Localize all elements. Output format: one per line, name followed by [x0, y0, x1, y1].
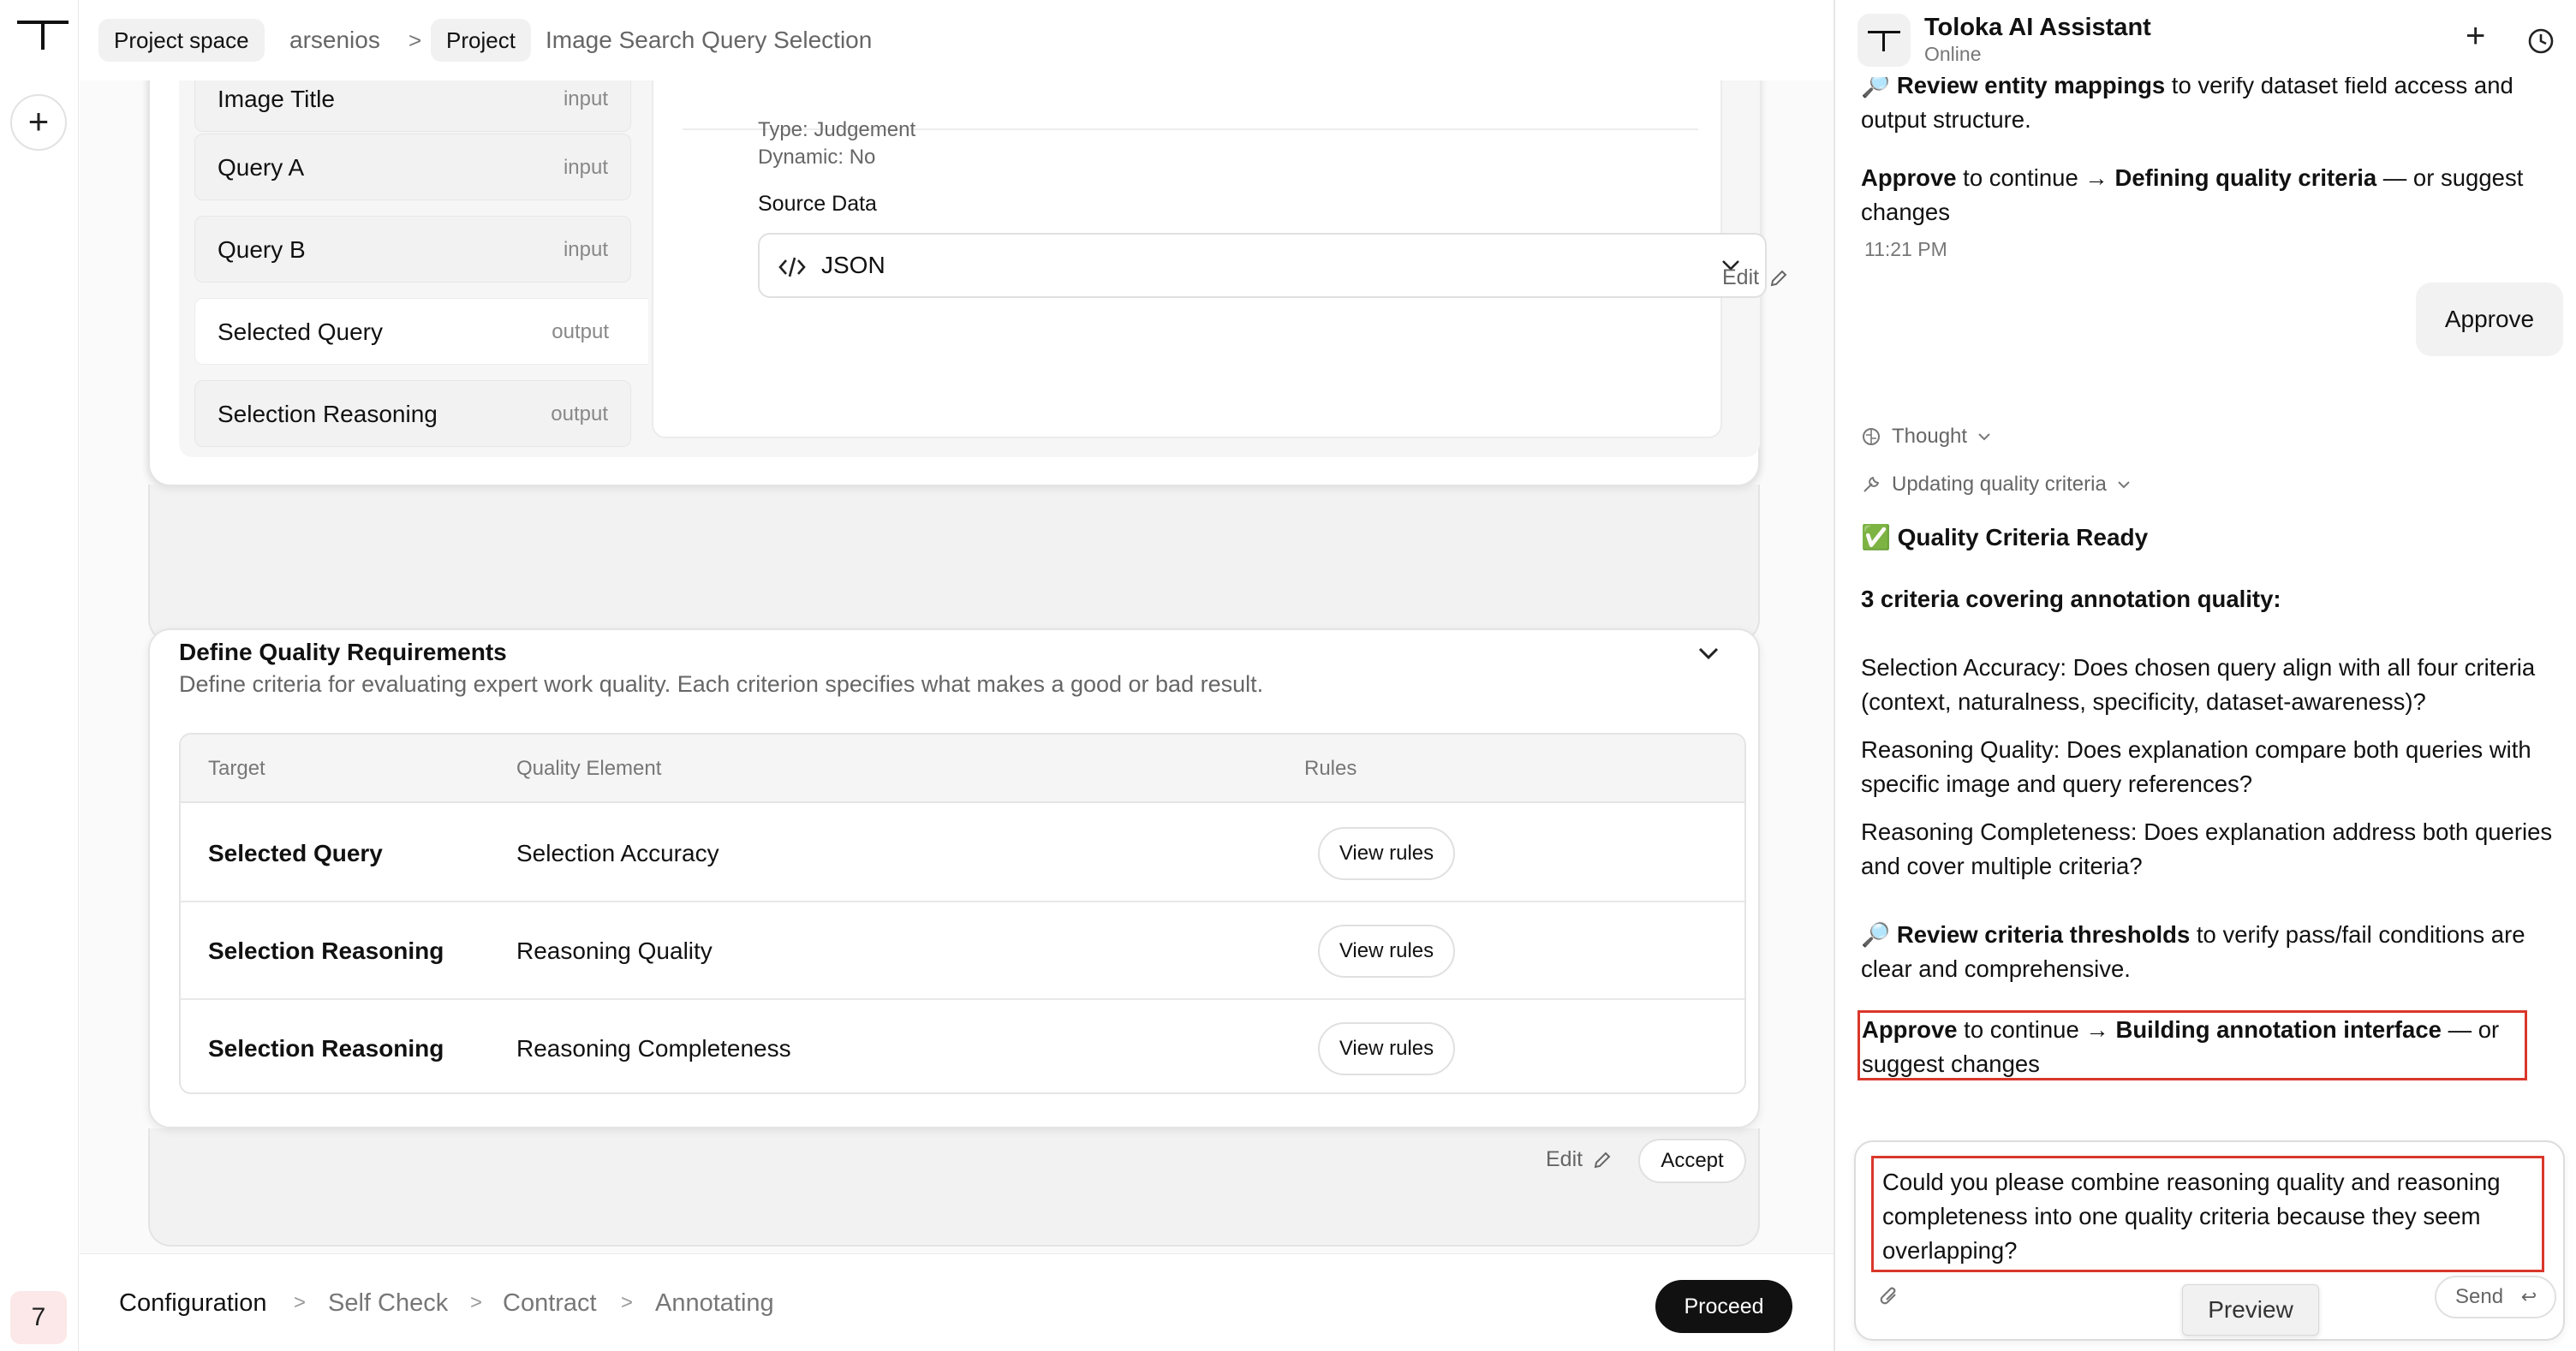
field-item-query-a[interactable]: Query A input [194, 134, 631, 200]
field-mapping-edit-button[interactable]: Edit [1722, 265, 1788, 290]
chevron-down-icon [1978, 433, 1990, 441]
paperclip-icon[interactable] [1878, 1284, 1902, 1310]
quality-table: Target Quality Element Rules Selected Qu… [179, 733, 1746, 1094]
proceed-button[interactable]: Proceed [1655, 1280, 1792, 1333]
approve-prompt-1: Approve to continue → Defining quality c… [1861, 164, 2524, 225]
user-message-bubble: Approve [2416, 283, 2563, 356]
assistant-chat-panel: Toloka AI Assistant Online + 🔎 Review en… [1834, 0, 2576, 1351]
view-rules-button[interactable]: View rules [1318, 827, 1455, 880]
column-rules: Rules [1304, 757, 1357, 780]
breadcrumb-space-name[interactable]: arsenios [289, 19, 380, 62]
accept-button[interactable]: Accept [1638, 1139, 1746, 1183]
source-data-value: JSON [821, 252, 886, 278]
source-data-label: Source Data [758, 192, 877, 216]
enter-key-icon: ↩ [2520, 1286, 2537, 1307]
source-data-select[interactable]: JSON [758, 233, 1767, 298]
chat-title: Toloka AI Assistant [1924, 14, 2151, 41]
search-icon: 🔎 [1861, 921, 1891, 948]
quality-title: Define Quality Requirements [179, 639, 507, 665]
thought-toggle[interactable]: Thought [1861, 425, 1991, 449]
criteria-heading: 3 criteria covering annotation quality: [1861, 586, 2281, 612]
chat-header: Toloka AI Assistant Online + [1835, 0, 2576, 77]
assistant-avatar [1857, 14, 1911, 67]
tool-call-toggle[interactable]: Updating quality criteria [1861, 473, 2131, 497]
breadcrumb-space-chip[interactable]: Project space [98, 19, 265, 62]
step-self-check[interactable]: Self Check [328, 1254, 448, 1351]
field-item-selection-reasoning[interactable]: Selection Reasoning output [194, 380, 631, 447]
top-bar: Project space arsenios > Project Image S… [80, 0, 1834, 80]
send-button[interactable]: Send ↩ [2435, 1276, 2556, 1318]
criterion-item: Reasoning Quality: Does explanation comp… [1861, 736, 2531, 797]
message-partial: 🔎 Review entity mappings to verify datas… [1861, 72, 2513, 133]
stepper-bar: Configuration > Self Check > Contract > … [80, 1253, 1834, 1351]
field-mapping-footer [148, 485, 1760, 642]
preview-tooltip: Preview [2182, 1284, 2319, 1336]
field-item-query-b[interactable]: Query B input [194, 216, 631, 283]
column-target: Target [208, 757, 265, 780]
left-rail: + 7 [0, 0, 79, 1351]
step-annotating[interactable]: Annotating [655, 1254, 774, 1351]
chevron-down-icon [2118, 481, 2130, 489]
field-item-selected-query[interactable]: Selected Query output [194, 298, 648, 365]
main-content: Image Title input Query A input Query B … [80, 80, 1834, 1253]
brain-icon [1863, 428, 1880, 445]
chat-status: Online [1924, 43, 1982, 65]
field-type-label: Type: Judgement [758, 118, 916, 141]
message-timestamp: 11:21 PM [1864, 238, 1947, 260]
review-thresholds-message: 🔎 Review criteria thresholds to verify p… [1861, 921, 2525, 982]
step-configuration[interactable]: Configuration [119, 1254, 267, 1351]
pencil-icon [1594, 1152, 1611, 1168]
history-icon[interactable] [2527, 27, 2555, 55]
quality-subtitle: Define criteria for evaluating expert wo… [179, 671, 1264, 697]
criterion-item: Reasoning Completeness: Does explanation… [1861, 818, 2553, 879]
table-row: Selected Query Selection Accuracy View r… [181, 805, 1744, 902]
wrench-icon [1863, 476, 1880, 492]
field-item-image-title[interactable]: Image Title input [194, 80, 631, 132]
view-rules-button[interactable]: View rules [1318, 925, 1455, 978]
quality-ready-heading: ✅ Quality Criteria Ready [1861, 524, 2149, 551]
step-contract[interactable]: Contract [503, 1254, 597, 1351]
breadcrumb-project-name[interactable]: Image Search Query Selection [546, 19, 872, 62]
quality-table-header: Target Quality Element Rules [181, 735, 1744, 803]
toloka-logo[interactable] [17, 21, 69, 50]
approve-prompt-2: Approve to continue → Building annotatio… [1857, 1010, 2527, 1080]
column-quality-element: Quality Element [516, 757, 662, 780]
breadcrumb-separator: > [408, 27, 422, 53]
table-row: Selection Reasoning Reasoning Completene… [181, 1000, 1744, 1092]
new-chat-icon[interactable]: + [2466, 19, 2485, 53]
code-icon [778, 257, 806, 277]
check-icon: ✅ [1861, 524, 1891, 551]
criterion-item: Selection Accuracy: Does chosen query al… [1861, 654, 2536, 715]
chat-message-input[interactable]: Could you please combine reasoning quali… [1871, 1156, 2544, 1272]
table-row: Selection Reasoning Reasoning Quality Vi… [181, 902, 1744, 1000]
collapse-chevron-icon[interactable] [1696, 646, 1720, 661]
breadcrumb-project-chip[interactable]: Project [431, 19, 531, 62]
view-rules-button[interactable]: View rules [1318, 1022, 1455, 1075]
notification-badge[interactable]: 7 [10, 1291, 67, 1344]
pencil-icon [1770, 270, 1787, 286]
new-project-button[interactable]: + [10, 94, 67, 151]
quality-edit-button[interactable]: Edit [1546, 1147, 1612, 1172]
quality-footer [148, 1128, 1760, 1247]
field-dynamic-label: Dynamic: No [758, 146, 876, 169]
